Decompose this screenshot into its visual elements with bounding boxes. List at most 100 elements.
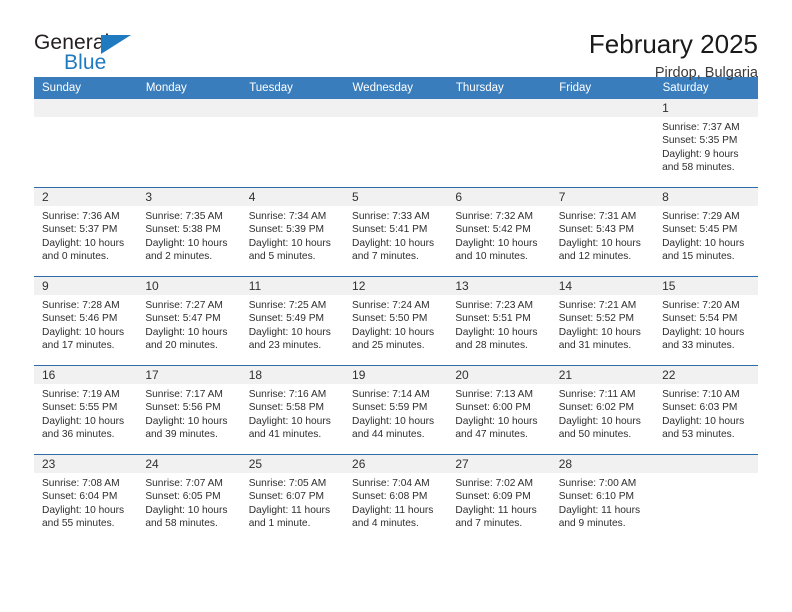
daylight-text-line2: and 20 minutes.	[145, 339, 218, 351]
day-details	[241, 117, 344, 121]
calendar-day-cell	[550, 99, 655, 188]
sunset-text: Sunset: 5:41 PM	[352, 224, 428, 236]
sunset-text: Sunset: 6:03 PM	[662, 402, 738, 414]
calendar-day-cell[interactable]: 10 Sunrise: 7:27 AM Sunset: 5:47 PM Dayl…	[137, 276, 241, 366]
calendar-day-cell[interactable]: 15 Sunrise: 7:20 AM Sunset: 5:54 PM Dayl…	[654, 276, 758, 366]
calendar-day-cell[interactable]: 27 Sunrise: 7:02 AM Sunset: 6:09 PM Dayl…	[447, 454, 551, 543]
daylight-text-line2: and 41 minutes.	[248, 428, 322, 440]
day-details: Sunrise: 7:21 AM Sunset: 5:52 PM Dayligh…	[551, 295, 654, 352]
day-details: Sunrise: 7:25 AM Sunset: 5:49 PM Dayligh…	[241, 295, 344, 352]
day-number	[240, 99, 345, 117]
calendar-day-cell[interactable]: 25 Sunrise: 7:05 AM Sunset: 6:07 PM Dayl…	[240, 454, 345, 543]
calendar-page: General Blue February 2025 Pirdop, Bulga…	[0, 0, 792, 612]
daylight-text-line2: and 4 minutes.	[352, 517, 419, 529]
sunset-text: Sunset: 5:54 PM	[662, 313, 738, 325]
daylight-text-line2: and 28 minutes.	[455, 339, 528, 351]
day-number	[447, 99, 551, 117]
day-details	[447, 117, 550, 121]
calendar-day-cell[interactable]: 2 Sunrise: 7:36 AM Sunset: 5:37 PM Dayli…	[34, 187, 138, 277]
day-details: Sunrise: 7:08 AM Sunset: 6:04 PM Dayligh…	[34, 473, 137, 530]
general-blue-logo[interactable]: General Blue	[34, 30, 144, 78]
sunrise-text: Sunrise: 7:14 AM	[352, 389, 430, 400]
day-number: 17	[137, 366, 241, 384]
calendar-day-cell[interactable]: 21 Sunrise: 7:11 AM Sunset: 6:02 PM Dayl…	[550, 365, 655, 455]
calendar-day-cell[interactable]: 22 Sunrise: 7:10 AM Sunset: 6:03 PM Dayl…	[654, 365, 758, 455]
daylight-text-line2: and 23 minutes.	[248, 339, 322, 351]
day-number	[344, 99, 448, 117]
sunrise-text: Sunrise: 7:13 AM	[455, 389, 533, 400]
calendar-day-cell[interactable]: 16 Sunrise: 7:19 AM Sunset: 5:55 PM Dayl…	[34, 365, 138, 455]
sunset-text: Sunset: 5:49 PM	[248, 313, 325, 325]
calendar-day-cell[interactable]: 12 Sunrise: 7:24 AM Sunset: 5:50 PM Dayl…	[344, 276, 448, 366]
sunrise-text: Sunrise: 7:28 AM	[42, 300, 120, 311]
calendar-day-cell[interactable]: 17 Sunrise: 7:17 AM Sunset: 5:56 PM Dayl…	[137, 365, 241, 455]
calendar-day-cell[interactable]: 7 Sunrise: 7:31 AM Sunset: 5:43 PM Dayli…	[550, 187, 655, 277]
daylight-text-line1: Daylight: 10 hours	[662, 415, 745, 427]
day-details: Sunrise: 7:17 AM Sunset: 5:56 PM Dayligh…	[137, 384, 240, 441]
day-details: Sunrise: 7:10 AM Sunset: 6:03 PM Dayligh…	[654, 384, 757, 441]
daylight-text-line1: Daylight: 10 hours	[455, 415, 538, 427]
sunrise-text: Sunrise: 7:25 AM	[248, 300, 327, 311]
calendar-day-cell[interactable]: 19 Sunrise: 7:14 AM Sunset: 5:59 PM Dayl…	[344, 365, 448, 455]
sunset-text: Sunset: 5:37 PM	[42, 224, 118, 236]
day-details	[551, 117, 654, 121]
daylight-text-line1: Daylight: 9 hours	[662, 148, 739, 160]
calendar-day-cell[interactable]: 26 Sunrise: 7:04 AM Sunset: 6:08 PM Dayl…	[344, 454, 448, 543]
calendar-week-row: 2 Sunrise: 7:36 AM Sunset: 5:37 PM Dayli…	[34, 187, 758, 277]
daylight-text-line1: Daylight: 11 hours	[455, 504, 537, 516]
daylight-text-line2: and 9 minutes.	[558, 517, 626, 529]
day-number: 2	[34, 188, 138, 206]
day-number: 21	[550, 366, 655, 384]
sunset-text: Sunset: 5:39 PM	[248, 224, 325, 236]
calendar-day-cell[interactable]: 6 Sunrise: 7:32 AM Sunset: 5:42 PM Dayli…	[447, 187, 551, 277]
calendar-day-cell[interactable]: 14 Sunrise: 7:21 AM Sunset: 5:52 PM Dayl…	[550, 276, 655, 366]
calendar-day-cell[interactable]: 13 Sunrise: 7:23 AM Sunset: 5:51 PM Dayl…	[447, 276, 551, 366]
calendar-day-cell[interactable]: 9 Sunrise: 7:28 AM Sunset: 5:46 PM Dayli…	[34, 276, 138, 366]
day-number: 14	[550, 277, 655, 295]
weekday-header-wednesday: Wednesday	[344, 77, 448, 99]
daylight-text-line2: and 5 minutes.	[248, 250, 316, 262]
calendar-week-row: 1 Sunrise: 7:37 AM Sunset: 5:35 PM Dayli…	[34, 99, 758, 188]
calendar-day-cell[interactable]: 18 Sunrise: 7:16 AM Sunset: 5:58 PM Dayl…	[240, 365, 345, 455]
sunrise-text: Sunrise: 7:27 AM	[145, 300, 223, 311]
calendar-day-cell[interactable]: 8 Sunrise: 7:29 AM Sunset: 5:45 PM Dayli…	[654, 187, 758, 277]
sunrise-text: Sunrise: 7:07 AM	[145, 478, 223, 489]
calendar-day-cell[interactable]: 24 Sunrise: 7:07 AM Sunset: 6:05 PM Dayl…	[137, 454, 241, 543]
daylight-text-line2: and 31 minutes.	[558, 339, 632, 351]
calendar-day-cell[interactable]: 28 Sunrise: 7:00 AM Sunset: 6:10 PM Dayl…	[550, 454, 655, 543]
weekday-header-monday: Monday	[137, 77, 242, 99]
daylight-text-line2: and 17 minutes.	[42, 339, 115, 351]
sunset-text: Sunset: 6:10 PM	[558, 491, 635, 503]
calendar-day-cell[interactable]: 3 Sunrise: 7:35 AM Sunset: 5:38 PM Dayli…	[137, 187, 241, 277]
sunset-text: Sunset: 5:46 PM	[42, 313, 118, 325]
sunrise-text: Sunrise: 7:36 AM	[42, 211, 120, 222]
day-number: 24	[137, 455, 241, 473]
day-details: Sunrise: 7:11 AM Sunset: 6:02 PM Dayligh…	[551, 384, 654, 441]
day-number: 23	[34, 455, 138, 473]
logo-text-blue: Blue	[64, 51, 107, 74]
calendar-day-cell[interactable]: 23 Sunrise: 7:08 AM Sunset: 6:04 PM Dayl…	[34, 454, 138, 543]
calendar-body: 1 Sunrise: 7:37 AM Sunset: 5:35 PM Dayli…	[34, 99, 758, 543]
sunrise-text: Sunrise: 7:05 AM	[248, 478, 327, 489]
calendar-day-cell[interactable]: 11 Sunrise: 7:25 AM Sunset: 5:49 PM Dayl…	[240, 276, 345, 366]
sunrise-text: Sunrise: 7:00 AM	[558, 478, 637, 489]
page-subtitle: Pirdop, Bulgaria	[654, 65, 758, 82]
day-number: 16	[34, 366, 138, 384]
sunrise-text: Sunrise: 7:35 AM	[145, 211, 223, 222]
title-block: February 2025 Pirdop, Bulgaria	[589, 30, 758, 81]
calendar-day-cell	[344, 99, 448, 188]
day-details: Sunrise: 7:16 AM Sunset: 5:58 PM Dayligh…	[241, 384, 344, 441]
calendar-day-cell[interactable]: 5 Sunrise: 7:33 AM Sunset: 5:41 PM Dayli…	[344, 187, 448, 277]
sunrise-text: Sunrise: 7:23 AM	[455, 300, 533, 311]
daylight-text-line2: and 58 minutes.	[145, 517, 218, 529]
calendar-day-cell[interactable]: 20 Sunrise: 7:13 AM Sunset: 6:00 PM Dayl…	[447, 365, 551, 455]
day-details: Sunrise: 7:28 AM Sunset: 5:46 PM Dayligh…	[34, 295, 137, 352]
daylight-text-line1: Daylight: 10 hours	[42, 237, 125, 249]
daylight-text-line1: Daylight: 10 hours	[662, 237, 745, 249]
daylight-text-line1: Daylight: 10 hours	[558, 326, 641, 338]
day-details	[137, 117, 240, 121]
calendar-day-cell[interactable]: 4 Sunrise: 7:34 AM Sunset: 5:39 PM Dayli…	[240, 187, 345, 277]
daylight-text-line1: Daylight: 10 hours	[352, 415, 435, 427]
calendar-day-cell[interactable]: 1 Sunrise: 7:37 AM Sunset: 5:35 PM Dayli…	[654, 99, 758, 188]
day-number	[137, 99, 241, 117]
